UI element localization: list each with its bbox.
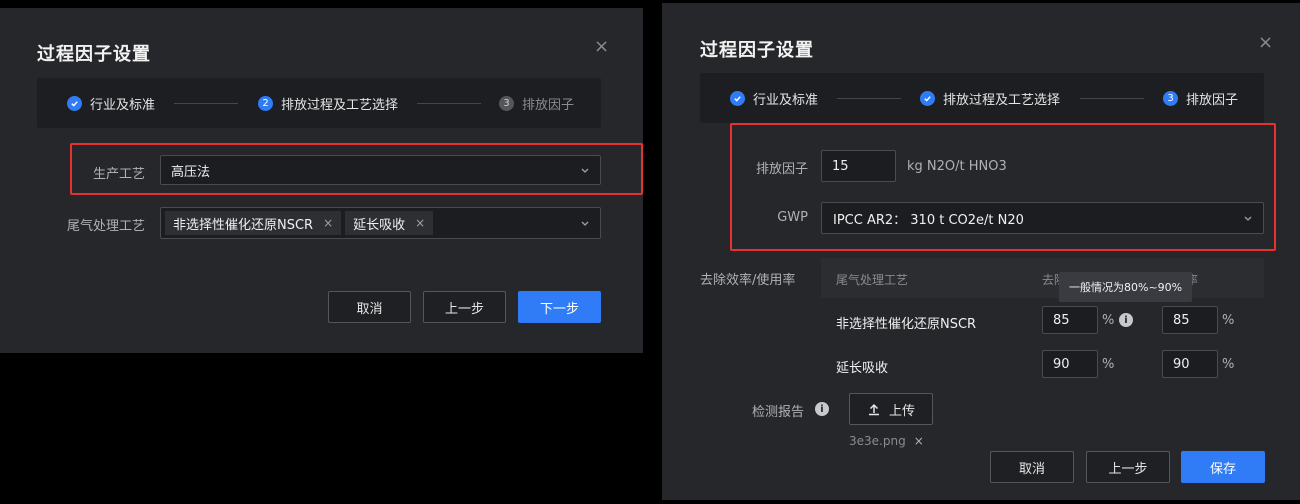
- report-label: 检测报告: [752, 405, 805, 420]
- gwp-label: GWP: [777, 210, 808, 225]
- efficiency-input[interactable]: 85: [1042, 306, 1098, 334]
- upload-icon: [868, 403, 879, 416]
- prev-button[interactable]: 上一步: [1086, 451, 1170, 483]
- step-divider: [174, 103, 238, 104]
- process-select[interactable]: 高压法: [160, 155, 601, 185]
- percent-unit: %: [1102, 357, 1115, 372]
- th-process: 尾气处理工艺: [836, 273, 909, 287]
- percent-unit: %: [1102, 313, 1115, 328]
- step-number: 3: [1163, 91, 1178, 106]
- step-divider: [1080, 98, 1144, 99]
- dialog-title: 过程因子设置: [37, 44, 151, 65]
- info-icon[interactable]: i: [1119, 313, 1133, 327]
- row-name: 非选择性催化还原NSCR: [836, 317, 977, 332]
- step-factor: 3 排放因子: [499, 94, 574, 113]
- process-label: 生产工艺: [92, 167, 145, 182]
- dialog-title: 过程因子设置: [700, 40, 814, 61]
- uploaded-file: 3e3e.png ×: [849, 434, 924, 448]
- step-divider: [837, 98, 901, 99]
- removal-label: 去除效率/使用率: [700, 273, 796, 288]
- table-header: 尾气处理工艺 去除效率 使用率: [821, 258, 1264, 298]
- cancel-button[interactable]: 取消: [990, 451, 1074, 483]
- steps-bar: 行业及标准 2 排放过程及工艺选择 3 排放因子: [37, 78, 601, 128]
- row-name: 延长吸收: [836, 361, 889, 376]
- tail-multiselect[interactable]: 非选择性催化还原NSCR × 延长吸收 ×: [160, 207, 601, 239]
- tag-nscr: 非选择性催化还原NSCR ×: [165, 211, 342, 235]
- steps-bar: 行业及标准 排放过程及工艺选择 3 排放因子: [700, 73, 1264, 123]
- factor-unit: kg N2O/t HNO3: [907, 159, 1007, 174]
- factor-label: 排放因子: [755, 162, 808, 177]
- cancel-button[interactable]: 取消: [328, 291, 411, 323]
- usage-input[interactable]: 90: [1162, 350, 1218, 378]
- tail-label: 尾气处理工艺: [66, 219, 145, 234]
- prev-button[interactable]: 上一步: [423, 291, 506, 323]
- check-icon: [67, 96, 82, 111]
- gwp-select[interactable]: IPCC AR2： 310 t CO2e/t N20: [821, 202, 1264, 234]
- save-button[interactable]: 保存: [1181, 451, 1265, 483]
- tag-remove-icon[interactable]: ×: [323, 216, 333, 230]
- info-icon[interactable]: i: [815, 402, 829, 416]
- step-process: 排放过程及工艺选择: [920, 89, 1060, 108]
- step-process: 2 排放过程及工艺选择: [258, 94, 398, 113]
- table-row: 延长吸收 90 % 90 %: [821, 350, 1264, 378]
- step-number: 2: [258, 96, 273, 111]
- step-industry: 行业及标准: [730, 89, 818, 108]
- remove-file-icon[interactable]: ×: [914, 434, 924, 448]
- table-row: 非选择性催化还原NSCR 85 % i 85 %: [821, 306, 1264, 334]
- chevron-down-icon: [581, 221, 589, 226]
- right-dialog: 过程因子设置 × 行业及标准 排放过程及工艺选择 3 排放因子 排放因子 15 …: [662, 3, 1300, 500]
- usage-input[interactable]: 85: [1162, 306, 1218, 334]
- upload-button[interactable]: 上传: [849, 393, 933, 425]
- check-icon: [730, 91, 745, 106]
- tooltip: 一般情况为80%~90%: [1059, 272, 1193, 302]
- tag-remove-icon[interactable]: ×: [415, 216, 425, 230]
- chevron-down-icon: [1244, 216, 1252, 221]
- percent-unit: %: [1222, 357, 1235, 372]
- percent-unit: %: [1222, 313, 1235, 328]
- close-icon[interactable]: ×: [1258, 34, 1273, 52]
- next-button[interactable]: 下一步: [518, 291, 601, 323]
- tag-extended: 延长吸收 ×: [345, 211, 434, 235]
- check-icon: [920, 91, 935, 106]
- close-icon[interactable]: ×: [594, 38, 609, 56]
- chevron-down-icon: [581, 168, 589, 173]
- factor-input[interactable]: 15: [821, 150, 896, 182]
- step-number: 3: [499, 96, 514, 111]
- process-value: 高压法: [171, 164, 211, 180]
- efficiency-input[interactable]: 90: [1042, 350, 1098, 378]
- left-dialog: 过程因子设置 × 行业及标准 2 排放过程及工艺选择 3 排放因子 生产工艺 高…: [0, 8, 643, 353]
- step-divider: [417, 103, 481, 104]
- step-industry: 行业及标准: [67, 94, 155, 113]
- step-factor: 3 排放因子: [1163, 89, 1238, 108]
